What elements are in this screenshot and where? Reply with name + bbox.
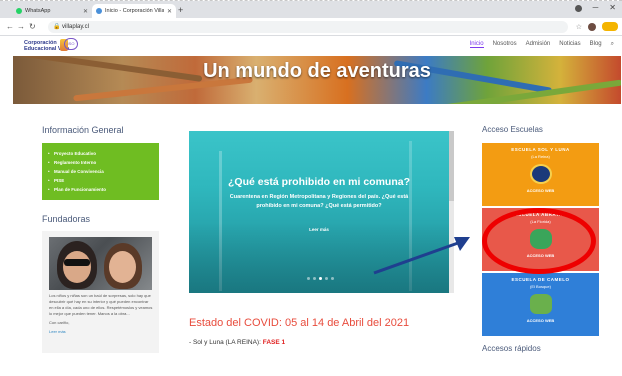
sunglasses-icon xyxy=(64,259,90,266)
carousel-dot[interactable] xyxy=(319,277,322,280)
profile-icon[interactable] xyxy=(588,23,596,31)
carousel-text: Cuarentena en Región Metropolitana y Reg… xyxy=(229,194,409,209)
founders-signature: Con cariño, xyxy=(49,320,70,325)
nav-item-inicio[interactable]: Inicio xyxy=(469,41,484,48)
school-card-camelo[interactable]: ESCUELA DE CAMELO (El Bosque) ACCESO WEB xyxy=(482,273,599,336)
reload-icon[interactable]: ↻ xyxy=(29,22,36,31)
founders-read-more-link[interactable]: Leer más xyxy=(49,329,153,335)
school-access-link[interactable]: ACCESO WEB xyxy=(482,188,599,193)
browser-tab-bar: WhatsApp ✕ Inicio - Corporación Villapla… xyxy=(0,1,622,18)
sol-y-luna-emblem-icon xyxy=(529,164,552,184)
carousel-dots xyxy=(307,277,334,280)
bookmark-star-icon[interactable]: ☆ xyxy=(576,23,582,31)
tab-title: WhatsApp xyxy=(25,8,51,14)
screen: WhatsApp ✕ Inicio - Corporación Villapla… xyxy=(0,0,622,376)
schools-heading: Acceso Escuelas xyxy=(482,125,543,134)
school-location: (El Bosque) xyxy=(530,284,551,289)
window-controls: ─ ✕ xyxy=(574,3,616,12)
covid-status-title: Estado del COVID: 05 al 14 de Abril del … xyxy=(189,317,410,329)
info-link-reglamento[interactable]: Reglamento Interno xyxy=(48,160,153,165)
nav-item-blog[interactable]: Blog xyxy=(590,41,602,48)
school-access-link[interactable]: ACCESO WEB xyxy=(482,318,599,323)
certification-badge: ISO xyxy=(64,38,78,50)
close-icon[interactable]: ✕ xyxy=(83,8,88,15)
minimize-button[interactable]: ─ xyxy=(593,3,599,12)
info-link-plan[interactable]: Plan de Funcionamiento xyxy=(48,187,153,192)
site-favicon-icon xyxy=(96,8,102,14)
url-field[interactable]: 🔒 villaplay.cl xyxy=(48,21,568,33)
founders-text-block: Los niños y niñas son un baúl de sorpres… xyxy=(49,293,153,335)
info-links-box: Proyecto Educativo Reglamento Interno Ma… xyxy=(42,143,159,200)
account-icon[interactable] xyxy=(574,5,582,12)
site-header: Corporación Educacional Villa ISO Inicio… xyxy=(0,36,622,56)
info-link-pise[interactable]: PISE xyxy=(48,178,153,183)
covid-phase: FASE 1 xyxy=(262,339,286,346)
covid-school-label: - Sol y Luna (LA REINA): xyxy=(189,339,263,346)
face-shape xyxy=(109,251,136,283)
tab-villaplay[interactable]: Inicio - Corporación Villaplay ✕ xyxy=(92,4,176,18)
carousel-dot[interactable] xyxy=(331,277,334,280)
school-card-sol-y-luna[interactable]: ESCUELA SOL Y LUNA (La Reina) ACCESO WEB xyxy=(482,143,599,206)
school-location: (La Reina) xyxy=(531,154,550,159)
new-tab-button[interactable]: + xyxy=(178,4,183,16)
address-bar-row: ← → ↻ 🔒 villaplay.cl ☆ xyxy=(0,18,622,36)
face-shape xyxy=(63,251,91,283)
carousel-dot[interactable] xyxy=(307,277,310,280)
founders-heading: Fundadoras xyxy=(42,214,91,224)
covid-status-line: - Sol y Luna (LA REINA): FASE 1 xyxy=(189,339,285,346)
arrow-shaft xyxy=(373,241,459,275)
carousel-dot[interactable] xyxy=(325,277,328,280)
hero-banner: Un mundo de aventuras xyxy=(13,56,621,104)
info-link-proyecto[interactable]: Proyecto Educativo xyxy=(48,151,153,156)
close-window-button[interactable]: ✕ xyxy=(609,3,616,12)
back-icon[interactable]: ← xyxy=(6,22,14,31)
quick-access-heading: Accesos rápidos xyxy=(482,344,541,353)
founders-photo xyxy=(49,237,152,290)
nav-item-nosotros[interactable]: Nosotros xyxy=(493,41,517,48)
nav-item-admision[interactable]: Admisión xyxy=(526,41,551,48)
tab-title: Inicio - Corporación Villaplay xyxy=(105,8,164,14)
whatsapp-icon xyxy=(16,8,22,14)
founders-card: Los niños y niñas son un baúl de sorpres… xyxy=(42,231,159,353)
pencil-decoration xyxy=(443,79,621,104)
main-nav: Inicio Nosotros Admisión Noticias Blog ⌕ xyxy=(469,41,614,48)
carousel-title: ¿Qué está prohibido en mi comuna? xyxy=(227,176,411,188)
tab-whatsapp[interactable]: WhatsApp ✕ xyxy=(12,4,92,18)
camelo-emblem-icon xyxy=(529,294,552,314)
nav-item-noticias[interactable]: Noticias xyxy=(559,41,580,48)
hero-title: Un mundo de aventuras xyxy=(203,60,431,82)
url-text: villaplay.cl xyxy=(62,24,89,30)
scrollbar-thumb[interactable] xyxy=(449,131,454,201)
close-icon[interactable]: ✕ xyxy=(167,8,172,15)
school-name: ESCUELA DE CAMELO xyxy=(511,277,570,282)
school-name: ESCUELA SOL Y LUNA xyxy=(511,147,570,152)
annotation-arrow xyxy=(373,237,470,275)
annotation-circle xyxy=(482,208,596,274)
founders-text: Los niños y niñas son un baúl de sorpres… xyxy=(49,293,153,316)
carousel-dot[interactable] xyxy=(313,277,316,280)
info-link-manual[interactable]: Manual de Convivencia xyxy=(48,169,153,174)
forward-icon[interactable]: → xyxy=(17,22,25,31)
extension-icon[interactable] xyxy=(602,22,618,31)
info-heading: Información General xyxy=(42,125,124,135)
search-icon[interactable]: ⌕ xyxy=(611,41,614,48)
lock-icon: 🔒 xyxy=(53,24,61,30)
